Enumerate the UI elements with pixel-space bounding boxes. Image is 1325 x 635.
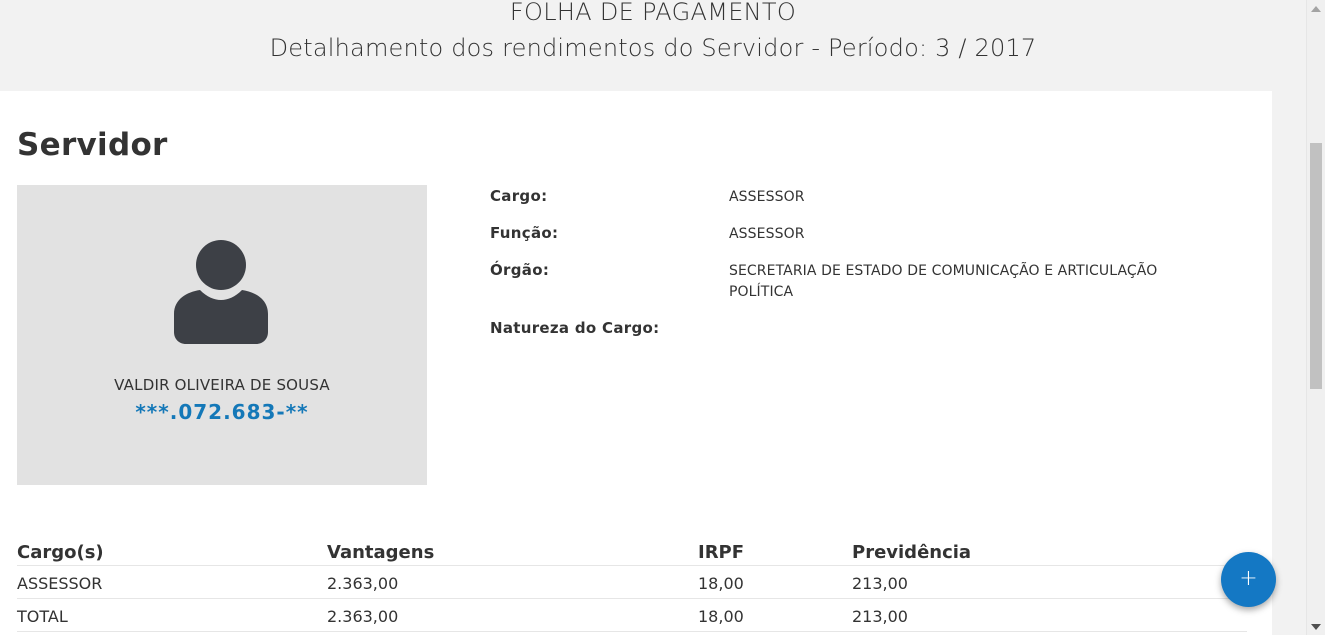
page-title: FOLHA DE PAGAMENTO	[509, 0, 797, 26]
table-header-row: Cargo(s) Vantagens IRPF Previdência	[17, 535, 1247, 566]
table-cell: TOTAL	[17, 607, 68, 626]
detail-label: Cargo:	[490, 187, 548, 205]
plus-icon: +	[1239, 566, 1258, 591]
page-header: FOLHA DE PAGAMENTO Detalhamento dos rend…	[0, 0, 1306, 91]
table-cell: 213,00	[852, 607, 908, 626]
server-card: Servidor VALDIR OLIVEIRA DE SOUSA ***.07…	[0, 91, 1272, 635]
table-row-total: TOTAL 2.363,00 18,00 213,00	[17, 599, 1247, 632]
column-header: Cargo(s)	[17, 542, 104, 563]
user-silhouette-icon	[174, 240, 268, 344]
section-title: Servidor	[17, 127, 168, 163]
scrollbar-thumb[interactable]	[1310, 143, 1322, 389]
column-header: Previdência	[852, 542, 972, 563]
detail-label: Órgão:	[490, 261, 550, 279]
server-name: VALDIR OLIVEIRA DE SOUSA	[114, 376, 330, 394]
table-cell: 18,00	[698, 574, 744, 593]
scroll-up-arrow-icon[interactable]	[1311, 6, 1321, 12]
detail-value: ASSESSOR	[729, 226, 805, 242]
table-cell: ASSESSOR	[17, 574, 103, 593]
server-cpf: ***.072.683-**	[135, 400, 309, 424]
table-cell: 2.363,00	[327, 574, 399, 593]
column-header: Vantagens	[327, 542, 435, 563]
floating-action-button[interactable]: +	[1221, 552, 1276, 607]
table-cell: 2.363,00	[327, 607, 399, 626]
column-header: IRPF	[698, 542, 745, 563]
detail-value: ASSESSOR	[729, 189, 805, 205]
scroll-down-arrow-icon[interactable]	[1311, 624, 1321, 630]
table-row: ASSESSOR 2.363,00 18,00 213,00	[17, 566, 1247, 599]
server-photo-box: VALDIR OLIVEIRA DE SOUSA ***.072.683-**	[17, 185, 427, 485]
detail-label: Natureza do Cargo:	[490, 319, 660, 337]
page-subtitle: Detalhamento dos rendimentos do Servidor…	[269, 34, 1037, 62]
detail-value: SECRETARIA DE ESTADO DE COMUNICAÇÃO E AR…	[729, 263, 1158, 300]
table-cell: 213,00	[852, 574, 908, 593]
vertical-scrollbar[interactable]	[1306, 0, 1325, 635]
earnings-table: Cargo(s) Vantagens IRPF Previdência ASSE…	[17, 535, 1247, 632]
table-cell: 18,00	[698, 607, 744, 626]
page: FOLHA DE PAGAMENTO Detalhamento dos rend…	[0, 0, 1325, 635]
detail-label: Função:	[490, 224, 559, 242]
